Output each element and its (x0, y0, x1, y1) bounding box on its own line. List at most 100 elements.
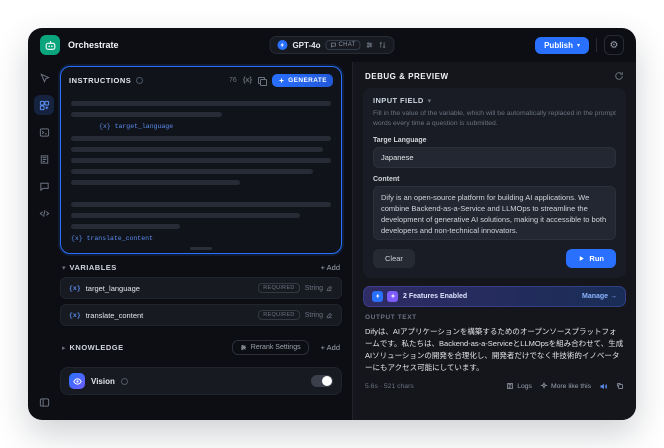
model-name: GPT-4o (292, 40, 321, 50)
debug-preview-panel: DEBUG & PREVIEW INPUT FIELD ▾ Fill in the… (352, 62, 636, 420)
content-field-label: Content (373, 175, 400, 183)
prompt-editor[interactable]: {x} target_language {x} translate_content (61, 90, 341, 253)
feature-icon-2 (387, 290, 398, 302)
back-cursor-icon[interactable] (34, 68, 54, 88)
output-text: Difyは、AIアプリケーションを構築するためのオープンソースプラットフォームで… (365, 326, 624, 372)
form-actions: Clear Run (373, 248, 616, 268)
page-title: Orchestrate (68, 40, 119, 50)
model-params-icon[interactable] (366, 41, 374, 49)
required-badge: REQUIRED (258, 283, 300, 293)
variable-icon: {x} (69, 311, 81, 319)
speaker-icon[interactable] (599, 382, 608, 391)
knowledge-section-header[interactable]: ▸ KNOWLEDGE Rerank Settings + Add (60, 331, 342, 360)
redacted-prompt-line (71, 112, 222, 117)
run-button[interactable]: Run (566, 248, 616, 268)
divider (596, 38, 597, 52)
top-bar-actions: Publish ▾ ⚙ (535, 35, 624, 55)
vision-feature-row[interactable]: Vision (60, 367, 342, 395)
knowledge-title: KNOWLEDGE (69, 343, 124, 352)
chevron-down-icon: ▾ (62, 264, 66, 272)
output-footer: 5.6s · 521 chars Logs More like this (365, 382, 624, 391)
debug-header: DEBUG & PREVIEW (353, 62, 636, 88)
copy-icon[interactable] (258, 76, 268, 86)
variable-type: String (305, 312, 333, 319)
resize-handle[interactable] (190, 247, 212, 250)
output-stats: 5.6s · 521 chars (365, 382, 414, 390)
redacted-prompt-line (71, 136, 331, 141)
main-area: INSTRUCTIONS 76 {x} GENERATE {x} target_… (28, 62, 636, 420)
variables-title: VARIABLES (69, 263, 117, 272)
top-bar: Orchestrate GPT-4o CHAT Publish ▾ ⚙ (28, 28, 636, 62)
app-window: Orchestrate GPT-4o CHAT Publish ▾ ⚙ INST… (28, 28, 636, 420)
manage-features-link[interactable]: Manage → (582, 293, 617, 300)
required-badge: REQUIRED (258, 310, 300, 320)
clear-button[interactable]: Clear (373, 248, 415, 268)
debug-title: DEBUG & PREVIEW (365, 71, 449, 81)
insert-variable-icon[interactable]: {x} (243, 77, 252, 84)
prompt-variable-token[interactable]: {x} translate_content (71, 235, 331, 242)
output-title: OUTPUT TEXT (365, 313, 417, 321)
sidebar-item-annotation[interactable] (34, 176, 54, 196)
sidebar-rail (28, 62, 60, 420)
settings-icon[interactable]: ⚙ (604, 35, 624, 55)
logs-button[interactable]: Logs (506, 382, 532, 390)
variable-row[interactable]: {x} target_language REQUIRED String (60, 277, 342, 299)
sidebar-item-logs[interactable] (34, 149, 54, 169)
more-like-this-button[interactable]: More like this (540, 382, 591, 390)
chat-mode-badge: CHAT (325, 40, 361, 50)
model-selector[interactable]: GPT-4o CHAT (269, 36, 395, 54)
chevron-right-icon: ▸ (62, 344, 66, 352)
input-field-panel: INPUT FIELD ▾ Fill in the value of the va… (363, 88, 626, 278)
dify-logo-icon[interactable] (40, 35, 60, 55)
model-provider-icon (277, 40, 288, 50)
add-knowledge-button[interactable]: + Add (321, 343, 340, 352)
sidebar-item-api[interactable] (34, 203, 54, 223)
redacted-prompt-line (71, 202, 331, 207)
info-icon (136, 77, 144, 84)
vision-label: Vision (91, 376, 115, 386)
features-enabled-bar[interactable]: 2 Features Enabled Manage → (363, 285, 626, 307)
output-section: OUTPUT TEXT Difyは、AIアプリケーションを構築するためのオープン… (353, 307, 636, 420)
redacted-prompt-line (71, 101, 331, 106)
model-compare-icon[interactable] (379, 41, 387, 49)
variable-row[interactable]: {x} translate_content REQUIRED String (60, 304, 342, 326)
collapse-panel-icon[interactable] (34, 392, 54, 412)
instructions-card[interactable]: INSTRUCTIONS 76 {x} GENERATE {x} target_… (60, 66, 342, 254)
sidebar-item-orchestrate[interactable] (34, 95, 54, 115)
features-enabled-text: 2 Features Enabled (403, 292, 468, 300)
language-field-label: Targe Language (373, 136, 427, 144)
language-input[interactable] (373, 146, 616, 168)
redacted-prompt-line (71, 169, 313, 174)
copy-output-icon[interactable] (616, 382, 624, 390)
generate-button[interactable]: GENERATE (272, 74, 333, 87)
rerank-settings-button[interactable]: Rerank Settings (231, 340, 309, 355)
instructions-header: INSTRUCTIONS 76 {x} GENERATE (61, 67, 341, 90)
refresh-icon[interactable] (614, 71, 624, 81)
variable-icon: {x} (69, 284, 81, 292)
instructions-title: INSTRUCTIONS (69, 76, 132, 85)
add-variable-button[interactable]: + Add (321, 263, 340, 272)
redacted-prompt-line (71, 224, 181, 229)
prompt-variable-token[interactable]: {x} target_language (99, 123, 331, 130)
variable-type: String (305, 285, 333, 292)
sidebar-item-preview[interactable] (34, 122, 54, 142)
input-field-collapse[interactable]: INPUT FIELD ▾ (373, 96, 616, 105)
redacted-prompt-line (71, 158, 331, 163)
vision-toggle[interactable] (311, 375, 333, 387)
vision-icon (69, 373, 85, 389)
feature-icon-1 (372, 290, 383, 302)
info-icon (120, 377, 128, 385)
edit-icon (326, 285, 333, 291)
redacted-prompt-line (71, 147, 324, 152)
edit-icon (326, 312, 333, 318)
content-textarea[interactable] (373, 185, 616, 240)
instructions-actions: 76 {x} GENERATE (229, 74, 333, 87)
redacted-prompt-line (71, 213, 300, 218)
input-field-description: Fill in the value of the variable, which… (373, 110, 616, 127)
char-count: 76 (229, 77, 237, 84)
variables-section-header[interactable]: ▾ VARIABLES + Add (60, 254, 342, 277)
publish-button[interactable]: Publish ▾ (535, 36, 589, 54)
variable-name: target_language (85, 283, 140, 293)
redacted-prompt-line (71, 180, 240, 185)
